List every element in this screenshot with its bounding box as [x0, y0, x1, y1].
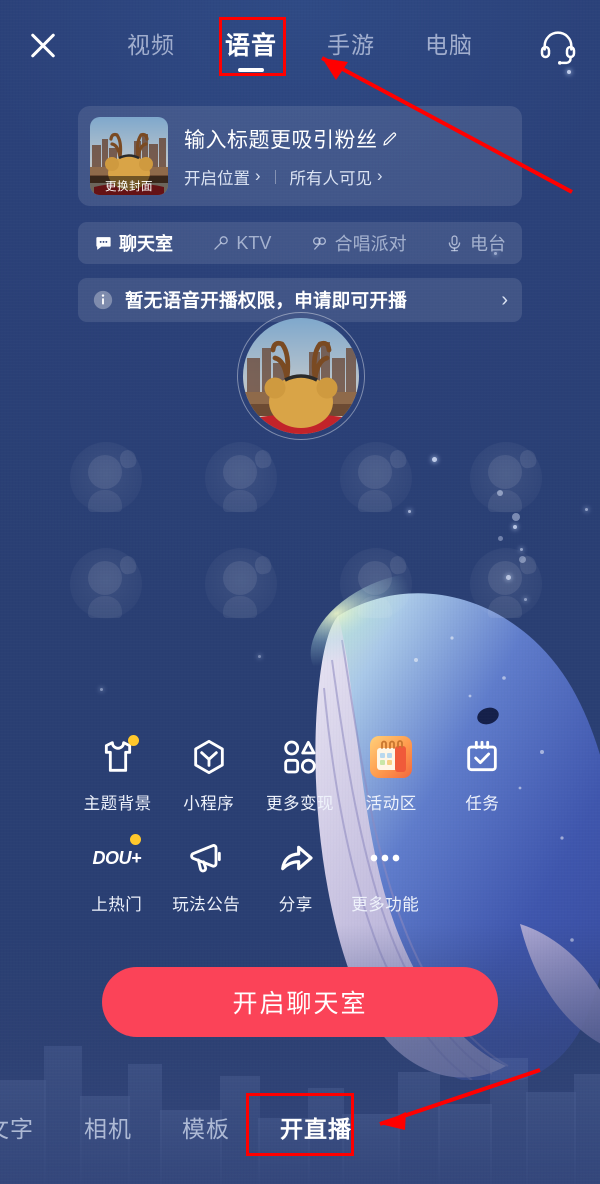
mode-label: 电台 [470, 234, 506, 254]
monetize-shapes-icon [284, 740, 316, 774]
host-avatar[interactable] [237, 312, 365, 440]
headset-icon[interactable] [538, 26, 578, 66]
nav-tab-voice[interactable]: 语音 [221, 20, 281, 72]
badge-dot [127, 735, 139, 746]
visibility-setting[interactable]: 所有人可见 › [290, 165, 383, 189]
tool-tasks[interactable]: 任务 [437, 735, 528, 814]
duet-mic-icon [312, 236, 326, 250]
bottom-tab-go-live[interactable]: 开直播 [280, 1110, 352, 1144]
start-chatroom-button[interactable]: 开启聊天室 [102, 967, 498, 1037]
tool-label: 主题背景 [83, 795, 152, 813]
mode-duet-party[interactable]: 合唱派对 [310, 230, 407, 256]
nav-tab-pc[interactable]: 电脑 [421, 20, 477, 70]
mode-chatroom[interactable]: 聊天室 [94, 230, 173, 256]
pencil-icon[interactable] [381, 130, 399, 148]
tool-more-monetize[interactable]: 更多变现 [254, 735, 345, 814]
cover-thumbnail[interactable]: 更换封面 [90, 117, 168, 195]
visibility-label: 所有人可见 [289, 169, 373, 188]
bottom-tab-template[interactable]: 模板 [182, 1110, 230, 1144]
title-card-body: 输入标题更吸引粉丝 开启位置 › 所有人可见 › [168, 124, 510, 189]
tool-grid: 主题背景 小程序 更多变现 活动区 任务 DOU+ 上热门 玩法公告 分享 更多… [0, 735, 600, 915]
location-setting[interactable]: 开启位置 › [184, 165, 261, 189]
tool-mini-program[interactable]: 小程序 [163, 735, 254, 814]
nav-tab-label: 手游 [327, 32, 376, 58]
voice-mode-bar: 聊天室 KTV 合唱派对 电台 [78, 222, 522, 264]
bottom-bar: 文字 相机 模板 开直播 [0, 1082, 600, 1184]
avatar-image [243, 318, 359, 434]
tool-label: 小程序 [183, 795, 235, 813]
stream-title-input[interactable]: 输入标题更吸引粉丝 [184, 124, 510, 154]
notice-text: 暂无语音开播权限，申请即可开播 [125, 290, 408, 311]
tool-play-announcement[interactable]: 玩法公告 [162, 836, 252, 915]
close-icon[interactable] [22, 24, 64, 66]
chat-bubble-icon [96, 236, 111, 250]
tool-dou-plus[interactable]: DOU+ 上热门 [72, 834, 162, 915]
nav-tab-mobile-game[interactable]: 手游 [323, 20, 379, 70]
tool-row-2: DOU+ 上热门 玩法公告 分享 更多功能 [0, 834, 600, 915]
microphone-icon [214, 235, 229, 250]
dou-plus-icon: DOU+ [92, 847, 142, 868]
mode-nav-tabs: 视频 语音 手游 电脑 [123, 20, 477, 72]
info-icon [93, 290, 113, 310]
megaphone-icon [190, 844, 221, 873]
tool-label: 玩法公告 [172, 896, 241, 914]
stream-title-text: 输入标题更吸引粉丝 [184, 128, 378, 152]
tool-more-functions[interactable]: 更多功能 [341, 836, 431, 915]
mode-label: 合唱派对 [334, 234, 407, 254]
nav-tab-label: 视频 [126, 32, 175, 58]
mode-ktv[interactable]: KTV [211, 233, 271, 254]
chevron-right-icon: › [255, 167, 261, 185]
stream-title-card: 更换封面 输入标题更吸引粉丝 开启位置 › 所有人可见 › [78, 106, 522, 206]
calendar-activity-icon [370, 736, 413, 778]
radio-mic-icon [448, 234, 461, 251]
bottom-tab-camera[interactable]: 相机 [84, 1110, 132, 1144]
nav-tab-label: 语音 [224, 32, 278, 60]
chevron-right-icon: › [501, 288, 508, 311]
change-cover-badge[interactable]: 更换封面 [90, 176, 168, 195]
stream-meta-row: 开启位置 › 所有人可见 › [184, 165, 510, 189]
task-check-icon [467, 740, 498, 772]
badge-dot [129, 834, 141, 845]
chevron-right-icon: › [377, 167, 383, 185]
capture-mode-tabs: 文字 相机 模板 开直播 [0, 1110, 352, 1144]
tool-label: 更多变现 [266, 795, 334, 813]
tool-label: 更多功能 [351, 896, 420, 914]
more-dots-icon [370, 854, 400, 862]
nav-tab-video[interactable]: 视频 [123, 20, 179, 70]
mode-radio[interactable]: 电台 [445, 230, 506, 256]
tool-theme-background[interactable]: 主题背景 [72, 735, 163, 814]
tool-share[interactable]: 分享 [251, 836, 341, 915]
tool-row-1: 主题背景 小程序 更多变现 活动区 任务 [0, 735, 600, 814]
mode-label: KTV [236, 232, 272, 253]
mini-program-icon [194, 739, 224, 775]
tool-label: 分享 [278, 896, 313, 914]
tool-activity-zone[interactable]: 活动区 [346, 735, 437, 814]
mode-label: 聊天室 [119, 234, 173, 254]
location-label: 开启位置 [184, 169, 250, 188]
nav-tab-label: 电脑 [425, 32, 474, 58]
tool-label: 任务 [465, 795, 500, 813]
bottom-tab-text[interactable]: 文字 [0, 1110, 34, 1144]
meta-divider [274, 169, 276, 184]
share-arrow-icon [280, 845, 313, 871]
top-bar: 视频 语音 手游 电脑 [0, 0, 600, 90]
tool-label: 上热门 [91, 896, 143, 914]
active-tab-underline [237, 68, 264, 72]
tool-label: 活动区 [365, 795, 417, 813]
